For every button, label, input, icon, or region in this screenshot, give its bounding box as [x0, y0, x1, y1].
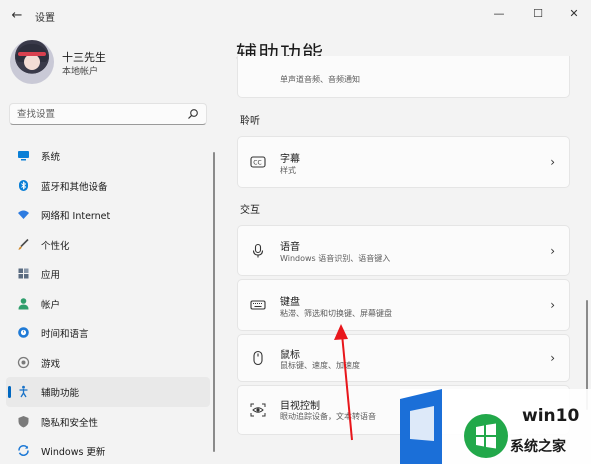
- profile-account-type: 本地帐户: [62, 67, 99, 77]
- sidebar-item-label: 帐户: [41, 299, 61, 311]
- sidebar-item-label: 时间和语言: [41, 329, 89, 340]
- person-icon: [18, 297, 29, 309]
- card-title: 字幕: [280, 154, 300, 165]
- close-button[interactable]: ✕: [557, 4, 591, 24]
- watermark-text-secondary: 系统之家: [510, 439, 566, 455]
- chevron-right-icon: ›: [550, 155, 555, 169]
- sidebar-item-bluetooth[interactable]: 蓝牙和其他设备: [6, 171, 210, 201]
- watermark-blue-shape: [400, 389, 442, 464]
- captions-card[interactable]: CC 字幕 样式 ›: [237, 136, 570, 188]
- app-title: 设置: [35, 13, 55, 24]
- card-subtitle: 粘滞、筛选和切换键、屏幕键盘: [280, 309, 392, 318]
- card-title: 目视控制: [280, 401, 320, 412]
- apps-icon: [18, 268, 29, 279]
- mouse-card[interactable]: 鼠标 鼠标键、速度、加速度 ›: [237, 334, 570, 382]
- card-subtitle: 样式: [280, 166, 296, 175]
- search-icon[interactable]: [187, 108, 199, 120]
- title-bar: ← 设置 — ☐ ✕: [0, 0, 591, 32]
- watermark-text-primary: win10: [522, 406, 580, 426]
- card-title: 键盘: [280, 297, 300, 308]
- minimize-button[interactable]: —: [482, 4, 516, 24]
- sidebar-item-label: 个性化: [41, 240, 70, 252]
- sidebar-nav: 系统 蓝牙和其他设备 网络和 Internet 个性化 应用 帐户 时间和语言 …: [6, 141, 210, 464]
- sidebar-item-label: 网络和 Internet: [41, 211, 111, 222]
- sidebar-item-system[interactable]: 系统: [6, 141, 210, 171]
- wifi-icon: [18, 210, 29, 219]
- card-subtitle: 单声道音频、音频通知: [280, 75, 360, 84]
- chevron-right-icon: ›: [550, 243, 555, 258]
- card-subtitle: Windows 语音识别、语音键入: [280, 254, 391, 263]
- eye-control-icon: [250, 403, 266, 417]
- card-title: 语音: [280, 242, 300, 253]
- update-icon: [18, 444, 29, 457]
- sidebar-item-network[interactable]: 网络和 Internet: [6, 200, 210, 230]
- avatar: [10, 40, 54, 84]
- sidebar-scrollbar[interactable]: [213, 152, 215, 452]
- monitor-icon: [18, 151, 29, 161]
- accessibility-icon: [19, 385, 28, 398]
- sidebar-item-label: Windows 更新: [41, 447, 106, 458]
- sidebar-item-label: 蓝牙和其他设备: [41, 181, 108, 193]
- search-box[interactable]: [9, 103, 207, 125]
- keyboard-icon: [250, 300, 266, 310]
- card-title: 鼠标: [280, 350, 300, 361]
- profile-name: 十三先生: [62, 51, 106, 64]
- shield-icon: [18, 415, 29, 427]
- sidebar-item-apps[interactable]: 应用: [6, 259, 210, 289]
- chevron-right-icon: ›: [550, 298, 555, 312]
- audio-card[interactable]: 单声道音频、音频通知: [237, 56, 570, 98]
- sidebar-item-privacy[interactable]: 隐私和安全性: [6, 407, 210, 437]
- sidebar-item-label: 应用: [41, 270, 61, 281]
- gamepad-icon: [17, 356, 30, 368]
- sidebar-item-personalization[interactable]: 个性化: [6, 230, 210, 260]
- maximize-button[interactable]: ☐: [521, 4, 555, 24]
- keyboard-card[interactable]: 键盘 粘滞、筛选和切换键、屏幕键盘 ›: [237, 279, 570, 331]
- annotation-arrow: [334, 324, 353, 441]
- svg-text:CC: CC: [253, 160, 261, 167]
- sidebar-item-time-language[interactable]: 时间和语言: [6, 318, 210, 348]
- sidebar-item-label: 游戏: [41, 358, 61, 370]
- sidebar-item-label: 隐私和安全性: [41, 417, 99, 429]
- sidebar-item-label: 辅助功能: [41, 388, 80, 399]
- win10-logo-icon: [464, 414, 508, 458]
- mouse-icon: [253, 350, 263, 366]
- globe-clock-icon: [18, 327, 29, 338]
- speech-card[interactable]: 语音 Windows 语音识别、语音键入 ›: [237, 225, 570, 276]
- bluetooth-icon: [19, 179, 28, 191]
- user-profile[interactable]: 十三先生 本地帐户: [10, 40, 210, 90]
- sidebar-item-accessibility[interactable]: 辅助功能: [6, 377, 210, 407]
- section-label-hearing: 聆听: [240, 116, 260, 127]
- brush-icon: [18, 238, 29, 250]
- search-input[interactable]: [17, 107, 177, 121]
- cc-icon: CC: [250, 156, 266, 168]
- back-button[interactable]: ←: [8, 7, 26, 25]
- microphone-icon: [252, 243, 264, 257]
- settings-window: ← 设置 — ☐ ✕ 十三先生 本地帐户 系统: [0, 0, 591, 464]
- sidebar-item-label: 系统: [41, 152, 61, 163]
- section-label-interaction: 交互: [240, 205, 260, 216]
- chevron-right-icon: ›: [550, 351, 555, 365]
- sidebar-item-windows-update[interactable]: Windows 更新: [6, 436, 210, 464]
- sidebar-item-gaming[interactable]: 游戏: [6, 348, 210, 378]
- active-indicator: [8, 386, 11, 398]
- sidebar-item-accounts[interactable]: 帐户: [6, 289, 210, 319]
